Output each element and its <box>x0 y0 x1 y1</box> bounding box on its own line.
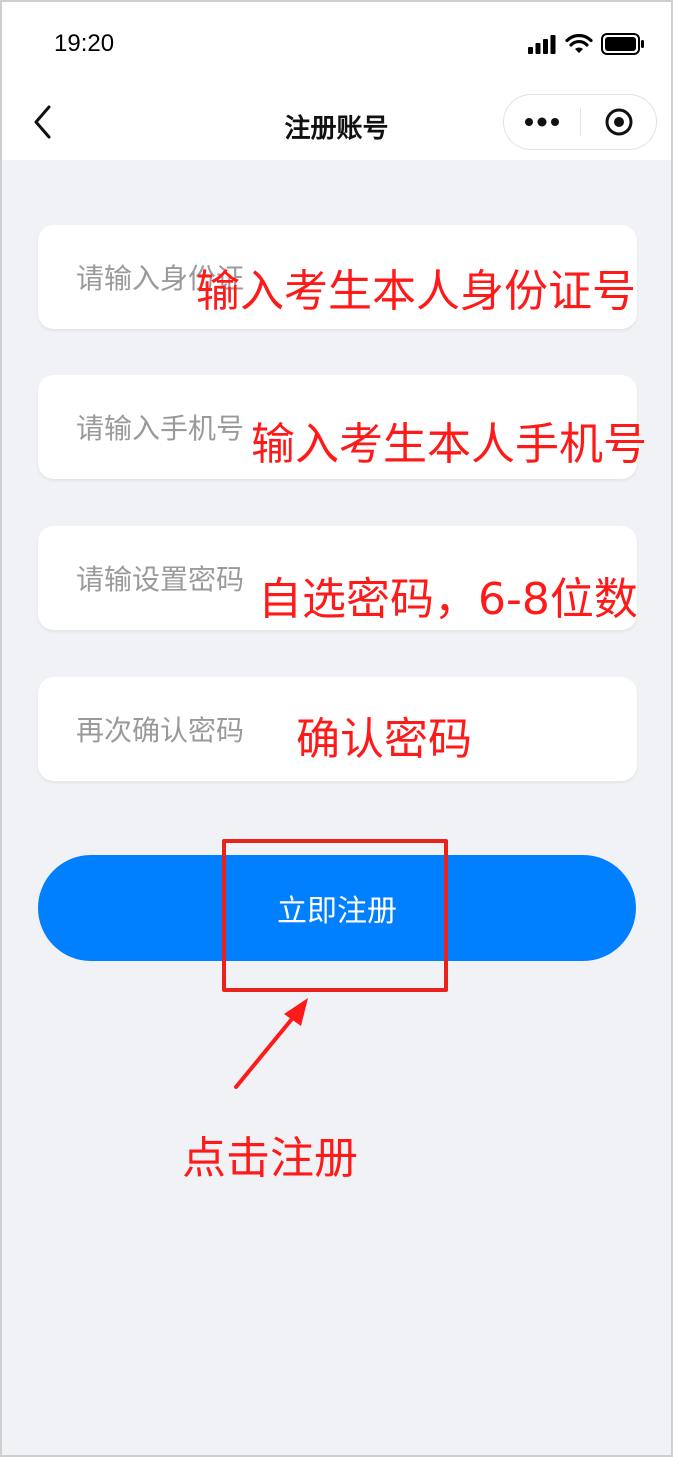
status-time: 19:20 <box>54 30 115 57</box>
highlight-box <box>222 839 448 992</box>
password-annotation: 自选密码，6-8位数 <box>258 574 638 625</box>
phone-screen: 19:20 注册账号 请输入身份证 输入考生本人身份证号 请输入手机号 输入考生… <box>0 0 673 1457</box>
annotation-arrow-icon <box>234 998 308 1089</box>
battery-icon <box>601 33 644 55</box>
wifi-icon <box>565 34 593 53</box>
close-mini-program-button[interactable] <box>581 95 656 149</box>
nav-bar: 注册账号 <box>2 86 671 160</box>
phone-annotation: 输入考生本人手机号 <box>251 419 647 470</box>
confirm-password-annotation: 确认密码 <box>296 714 472 765</box>
password-placeholder: 请输设置密码 <box>76 563 245 596</box>
more-icon <box>525 117 559 127</box>
mini-program-capsule <box>503 94 657 150</box>
target-icon <box>605 108 632 136</box>
more-button[interactable] <box>504 95 580 149</box>
phone-placeholder: 请输入手机号 <box>76 412 245 445</box>
id-number-annotation: 输入考生本人身份证号 <box>196 266 636 317</box>
signal-icon <box>528 35 556 54</box>
status-bar: 19:20 <box>2 2 671 86</box>
confirm-password-placeholder: 再次确认密码 <box>76 714 245 747</box>
click-register-annotation: 点击注册 <box>182 1133 358 1184</box>
status-icons <box>527 32 645 56</box>
